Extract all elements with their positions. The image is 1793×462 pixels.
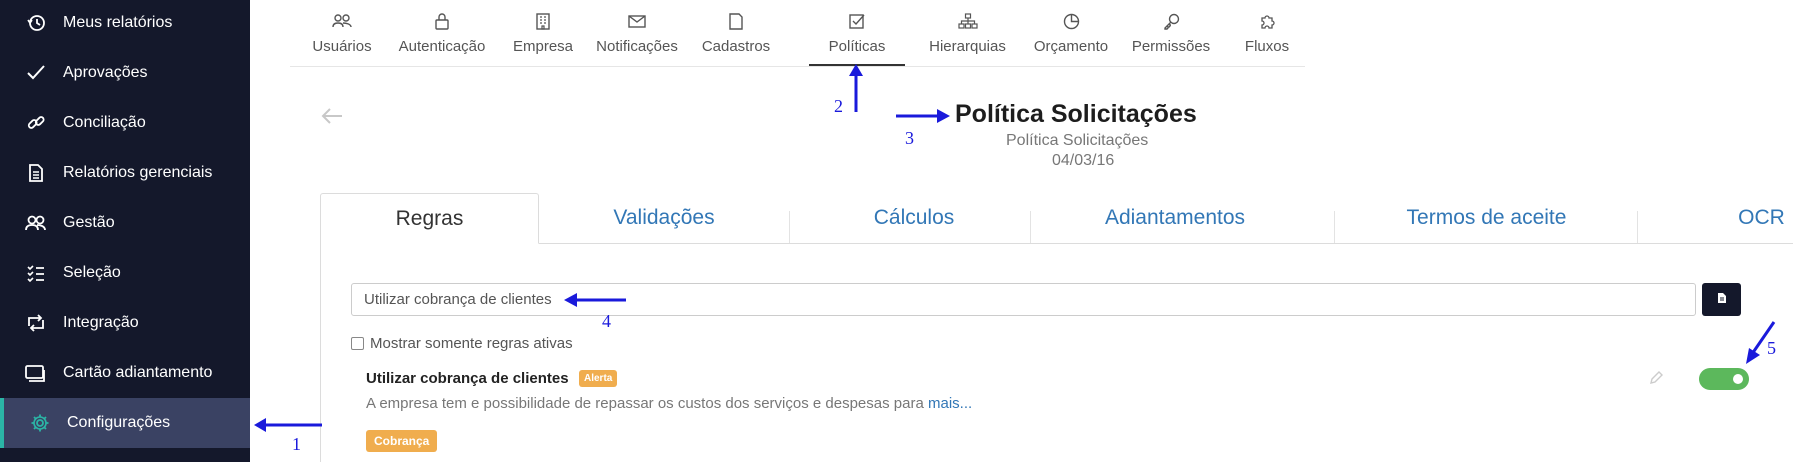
sidebar-item-conciliacao[interactable]: Conciliação — [0, 98, 250, 148]
lock-icon — [435, 10, 449, 32]
tab-adiantamentos[interactable]: Adiantamentos — [1030, 193, 1320, 243]
sidebar-item-label: Aprovações — [63, 64, 148, 81]
sidebar: Meus relatórios Aprovações Conciliação R… — [0, 0, 250, 462]
tab-orcamento[interactable]: Orçamento — [1016, 0, 1126, 66]
document-icon — [1717, 291, 1727, 309]
tab-empresa[interactable]: Empresa — [508, 0, 578, 66]
tab-regras[interactable]: Regras — [320, 193, 539, 244]
active-rules-filter: Mostrar somente regras ativas — [351, 335, 573, 352]
file-icon — [729, 10, 743, 32]
tab-label: Fluxos — [1244, 38, 1290, 55]
tab-label: Políticas — [828, 38, 886, 55]
card-icon — [25, 362, 47, 384]
sync-icon — [25, 312, 47, 334]
annotation-number-2: 2 — [834, 96, 843, 116]
rule-search-input[interactable] — [351, 283, 1696, 316]
page-date: 04/03/16 — [1052, 152, 1115, 169]
tab-fluxos[interactable]: Fluxos — [1227, 0, 1307, 66]
rule-description: A empresa tem e possibilidade de repassa… — [366, 395, 972, 412]
sidebar-item-gestao[interactable]: Gestão — [0, 198, 250, 248]
rule-toggle-switch[interactable] — [1699, 368, 1749, 390]
checklist-icon — [25, 262, 47, 284]
envelope-icon — [628, 10, 646, 32]
rule-title: Utilizar cobrança de clientes — [366, 370, 569, 387]
sidebar-item-cartao-adiantamento[interactable]: Cartão adiantamento — [0, 348, 250, 398]
tab-validacoes[interactable]: Validações — [539, 193, 789, 243]
tab-termos-de-aceite[interactable]: Termos de aceite — [1334, 193, 1639, 243]
link-icon — [25, 112, 47, 134]
sidebar-item-label: Seleção — [63, 264, 121, 281]
tab-politicas[interactable]: Políticas — [809, 0, 905, 66]
tab-label: Hierarquias — [929, 38, 1006, 55]
checkbox-icon — [849, 10, 865, 32]
search-button[interactable] — [1702, 283, 1741, 316]
category-tag: Cobrança — [366, 430, 438, 452]
rule-description-text: A empresa tem e possibilidade de repassa… — [366, 395, 924, 412]
more-link[interactable]: mais... — [928, 395, 972, 412]
toggle-knob — [1733, 374, 1743, 384]
pencil-icon[interactable] — [1648, 370, 1664, 386]
tab-cadastros[interactable]: Cadastros — [696, 0, 776, 66]
users-icon — [25, 212, 47, 234]
active-rules-checkbox[interactable] — [351, 337, 364, 350]
annotation-arrow-2 — [849, 64, 863, 112]
hierarchy-icon — [957, 10, 978, 32]
sidebar-item-configuracoes[interactable]: Configurações — [0, 398, 250, 448]
tab-label: Orçamento — [1033, 38, 1109, 55]
tab-label: Notificações — [596, 38, 678, 55]
gear-icon — [29, 412, 51, 434]
check-icon — [25, 62, 47, 84]
sidebar-item-aprovacoes[interactable]: Aprovações — [0, 48, 250, 98]
history-icon — [25, 12, 47, 34]
tab-hierarquias[interactable]: Hierarquias — [915, 0, 1020, 66]
page-subtitle: Política Solicitações — [1006, 132, 1149, 149]
tab-usuarios[interactable]: Usuários — [302, 0, 382, 66]
tab-label: Cadastros — [701, 38, 771, 55]
key-icon — [1163, 10, 1180, 32]
sidebar-item-selecao[interactable]: Seleção — [0, 248, 250, 298]
users-icon — [332, 10, 352, 32]
puzzle-icon — [1259, 10, 1276, 32]
sidebar-item-label: Relatórios gerenciais — [63, 164, 213, 181]
tab-notificacoes[interactable]: Notificações — [590, 0, 684, 66]
annotation-number-1: 1 — [292, 434, 301, 454]
building-icon — [536, 10, 550, 32]
sidebar-item-integracao[interactable]: Integração — [0, 298, 250, 348]
pie-chart-icon — [1063, 10, 1080, 32]
tab-permissoes[interactable]: Permissões — [1116, 0, 1226, 66]
sidebar-item-label: Meus relatórios — [63, 14, 173, 31]
back-arrow-icon[interactable] — [320, 106, 346, 128]
annotation-arrow-3 — [896, 109, 950, 123]
tab-label: Permissões — [1131, 38, 1211, 55]
tab-autenticacao[interactable]: Autenticação — [391, 0, 493, 66]
settings-top-nav: Usuários Autenticação Empresa Notificaçõ… — [290, 0, 1305, 67]
annotation-number-3: 3 — [905, 128, 914, 148]
tab-separator — [1637, 211, 1638, 243]
active-rules-label: Mostrar somente regras ativas — [370, 335, 573, 352]
sidebar-item-label: Integração — [63, 314, 139, 331]
policy-subtabs: Regras Validações Cálculos Adiantamentos… — [320, 193, 1793, 244]
sidebar-item-label: Configurações — [67, 414, 171, 431]
tab-ocr[interactable]: OCR — [1730, 193, 1793, 243]
sidebar-item-meus-relatorios[interactable]: Meus relatórios — [0, 0, 250, 48]
sidebar-item-relatorios-gerenciais[interactable]: Relatórios gerenciais — [0, 148, 250, 198]
alert-badge: Alerta — [579, 370, 618, 387]
document-icon — [25, 162, 47, 184]
page-title: Política Solicitações — [955, 100, 1197, 128]
annotation-number-4: 4 — [602, 311, 611, 331]
annotation-arrow-1 — [254, 418, 322, 432]
annotation-arrow-4 — [564, 293, 626, 307]
sidebar-item-label: Gestão — [63, 214, 115, 231]
tab-label: Empresa — [512, 38, 574, 55]
sidebar-item-label: Conciliação — [63, 114, 146, 131]
tab-label: Autenticação — [398, 38, 486, 55]
sidebar-item-label: Cartão adiantamento — [63, 364, 213, 381]
tab-label: Usuários — [312, 38, 372, 55]
tab-calculos[interactable]: Cálculos — [789, 193, 1039, 243]
annotation-number-5: 5 — [1767, 338, 1776, 358]
